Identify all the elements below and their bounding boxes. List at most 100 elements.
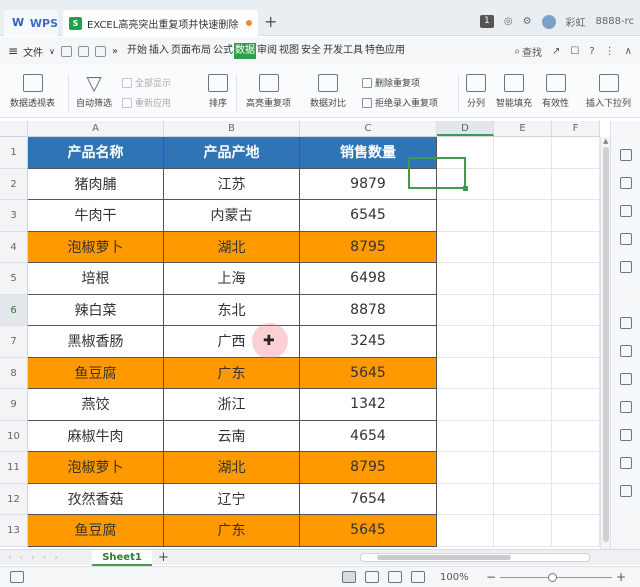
- cell[interactable]: [494, 200, 552, 232]
- product-origin-cell[interactable]: 湖北: [164, 231, 300, 263]
- sales-qty-cell[interactable]: 4654: [300, 420, 437, 452]
- header-cell-name[interactable]: 产品名称: [28, 137, 164, 169]
- row-header[interactable]: 6: [0, 294, 28, 326]
- cell[interactable]: [437, 420, 494, 452]
- row-header[interactable]: 1: [0, 137, 28, 169]
- column-header-d[interactable]: D: [437, 121, 494, 136]
- cell[interactable]: [437, 326, 494, 358]
- cell[interactable]: [552, 263, 600, 295]
- product-origin-cell[interactable]: 浙江: [164, 389, 300, 421]
- product-origin-cell[interactable]: 东北: [164, 294, 300, 326]
- product-name-cell[interactable]: 牛肉干: [28, 200, 164, 232]
- row-header[interactable]: 8: [0, 357, 28, 389]
- cell[interactable]: [437, 389, 494, 421]
- cell[interactable]: [552, 452, 600, 484]
- print-icon[interactable]: [94, 45, 106, 57]
- cell[interactable]: [494, 515, 552, 547]
- cell[interactable]: [552, 389, 600, 421]
- product-name-cell[interactable]: 孜然香菇: [28, 483, 164, 515]
- document-tab[interactable]: S EXCEL高亮突出重复项并快速删除: [63, 10, 258, 36]
- tab-start[interactable]: 开始: [126, 43, 148, 59]
- tab-formula[interactable]: 公式: [212, 43, 234, 59]
- zoom-out-button[interactable]: −: [486, 570, 496, 584]
- show-all-button[interactable]: 全部显示: [122, 76, 171, 89]
- unsaved-dot-icon[interactable]: [246, 20, 252, 26]
- cell[interactable]: [494, 389, 552, 421]
- cell[interactable]: [552, 200, 600, 232]
- product-origin-cell[interactable]: 内蒙古: [164, 200, 300, 232]
- sales-qty-cell[interactable]: 1342: [300, 389, 437, 421]
- settings-icon[interactable]: ⚙: [523, 16, 532, 27]
- cell[interactable]: [552, 420, 600, 452]
- archive-icon[interactable]: [620, 373, 632, 385]
- more-options-icon[interactable]: ⋮: [605, 46, 615, 57]
- product-name-cell[interactable]: 鱼豆腐: [28, 515, 164, 547]
- cell[interactable]: [437, 483, 494, 515]
- cell[interactable]: [494, 294, 552, 326]
- sheet-tab[interactable]: Sheet1: [92, 549, 152, 566]
- product-origin-cell[interactable]: 云南: [164, 420, 300, 452]
- zoom-level[interactable]: 100%: [440, 572, 469, 583]
- validity-button[interactable]: 有效性: [542, 74, 569, 109]
- cell[interactable]: [494, 231, 552, 263]
- add-sheet-button[interactable]: +: [158, 550, 169, 565]
- table-icon[interactable]: [620, 233, 632, 245]
- vertical-scroll-thumb[interactable]: [603, 147, 609, 542]
- cell[interactable]: [494, 420, 552, 452]
- cell[interactable]: [552, 137, 600, 169]
- window-count-badge[interactable]: 1: [479, 15, 494, 28]
- reapply-button[interactable]: 重新应用: [122, 96, 171, 109]
- product-name-cell[interactable]: 麻椒牛肉: [28, 420, 164, 452]
- share-panel-icon[interactable]: [620, 345, 632, 357]
- product-name-cell[interactable]: 培根: [28, 263, 164, 295]
- cell[interactable]: [437, 231, 494, 263]
- horizontal-scroll-thumb[interactable]: [377, 555, 511, 560]
- product-origin-cell[interactable]: 辽宁: [164, 483, 300, 515]
- reading-view-icon[interactable]: [411, 571, 425, 583]
- column-header-f[interactable]: F: [552, 121, 600, 136]
- product-name-cell[interactable]: 鱼豆腐: [28, 357, 164, 389]
- search-button[interactable]: 查找: [522, 44, 542, 59]
- vertical-scrollbar[interactable]: ▲: [600, 137, 610, 549]
- product-name-cell[interactable]: 辣白菜: [28, 294, 164, 326]
- sheet-nav-arrows-icon[interactable]: ‹‹›››: [0, 553, 92, 563]
- export-icon[interactable]: [77, 45, 89, 57]
- cloud-icon[interactable]: [620, 457, 632, 469]
- share-icon[interactable]: ↗: [552, 46, 560, 57]
- file-menu[interactable]: 文件: [23, 44, 43, 59]
- row-header[interactable]: 7: [0, 326, 28, 358]
- cell[interactable]: [437, 200, 494, 232]
- cell[interactable]: [437, 452, 494, 484]
- sales-qty-cell[interactable]: 5645: [300, 515, 437, 547]
- cell[interactable]: [494, 168, 552, 200]
- tab-special[interactable]: 特色应用: [364, 43, 406, 59]
- cell[interactable]: [552, 483, 600, 515]
- sort-button[interactable]: 排序: [208, 74, 228, 109]
- review-icon[interactable]: ☐: [570, 46, 579, 57]
- selected-cell-d6[interactable]: [408, 157, 468, 191]
- sales-qty-cell[interactable]: 8795: [300, 452, 437, 484]
- cell[interactable]: [494, 137, 552, 169]
- shape-icon[interactable]: [620, 177, 632, 189]
- sales-qty-cell[interactable]: 7654: [300, 483, 437, 515]
- cell[interactable]: [552, 326, 600, 358]
- cell[interactable]: [494, 483, 552, 515]
- highlight-duplicates-button[interactable]: 高亮重复项: [246, 74, 291, 109]
- cell[interactable]: [552, 231, 600, 263]
- save-icon[interactable]: [60, 45, 72, 57]
- cell[interactable]: [494, 452, 552, 484]
- tab-page-layout[interactable]: 页面布局: [170, 43, 212, 59]
- product-name-cell[interactable]: 黑椒香肠: [28, 326, 164, 358]
- product-name-cell[interactable]: 泡椒萝卜: [28, 231, 164, 263]
- select-tool-icon[interactable]: [620, 149, 632, 161]
- sales-qty-cell[interactable]: 3245: [300, 326, 437, 358]
- help-icon[interactable]: ?: [589, 46, 594, 57]
- avatar[interactable]: [541, 14, 556, 29]
- product-origin-cell[interactable]: 江苏: [164, 168, 300, 200]
- tab-data[interactable]: 数据: [234, 43, 257, 59]
- collapse-ribbon-icon[interactable]: ∧: [625, 46, 632, 57]
- more-icon[interactable]: »: [112, 46, 118, 57]
- tab-developer[interactable]: 开发工具: [322, 43, 364, 59]
- tab-view[interactable]: 视图: [278, 43, 300, 59]
- cell[interactable]: [437, 294, 494, 326]
